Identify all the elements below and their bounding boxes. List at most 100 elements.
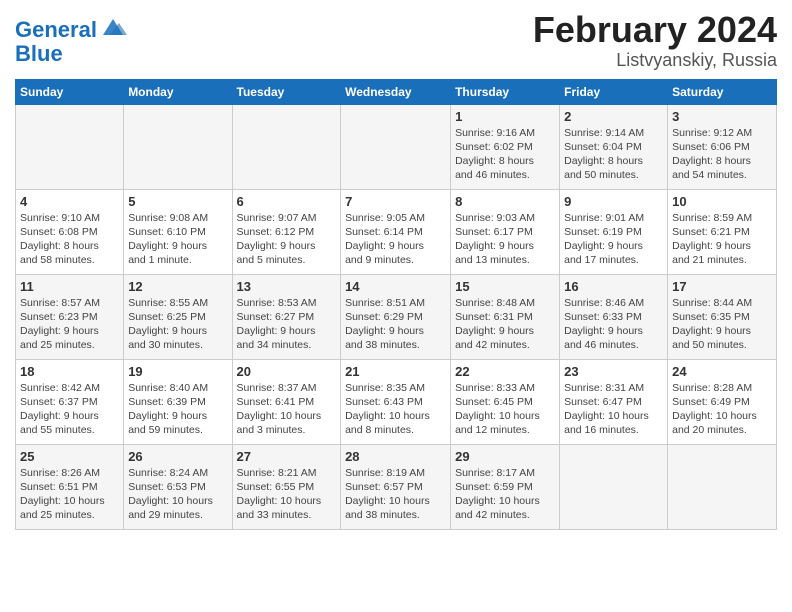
calendar-table: SundayMondayTuesdayWednesdayThursdayFrid… [15,79,777,530]
calendar-cell: 24 Sunrise: 8:28 AM Sunset: 6:49 PM Dayli… [668,359,777,444]
day-info: Sunrise: 9:08 AM Sunset: 6:10 PM Dayligh… [128,211,227,268]
calendar-cell: 8 Sunrise: 9:03 AM Sunset: 6:17 PM Daylig… [451,189,560,274]
day-number: 16 [564,279,663,294]
day-number: 20 [237,364,337,379]
day-number: 28 [345,449,446,464]
calendar-cell: 3Sunrise: 9:12 AM Sunset: 6:06 PM Daylig… [668,104,777,189]
day-number: 29 [455,449,555,464]
calendar-cell: 17Sunrise: 8:44 AM Sunset: 6:35 PM Dayli… [668,274,777,359]
day-info: Sunrise: 8:28 AM Sunset: 6:49 PM Dayligh… [672,381,772,438]
calendar-cell: 21 Sunrise: 8:35 AM Sunset: 6:43 PM Dayli… [341,359,451,444]
day-info: Sunrise: 8:26 AM Sunset: 6:51 PM Dayligh… [20,466,119,523]
calendar-cell: 23Sunrise: 8:31 AM Sunset: 6:47 PM Dayli… [560,359,668,444]
day-number: 1 [455,109,555,124]
day-number: 17 [672,279,772,294]
day-info: Sunrise: 9:10 AM Sunset: 6:08 PM Dayligh… [20,211,119,268]
calendar-cell: 15 Sunrise: 8:48 AM Sunset: 6:31 PM Dayli… [451,274,560,359]
calendar-cell: 7 Sunrise: 9:05 AM Sunset: 6:14 PM Daylig… [341,189,451,274]
day-info: Sunrise: 8:37 AM Sunset: 6:41 PM Dayligh… [237,381,337,438]
day-number: 24 [672,364,772,379]
day-info: Sunrise: 8:57 AM Sunset: 6:23 PM Dayligh… [20,296,119,353]
day-info: Sunrise: 8:17 AM Sunset: 6:59 PM Dayligh… [455,466,555,523]
calendar-cell [16,104,124,189]
calendar-cell [232,104,341,189]
day-info: Sunrise: 8:42 AM Sunset: 6:37 PM Dayligh… [20,381,119,438]
calendar-cell: 25 Sunrise: 8:26 AM Sunset: 6:51 PM Dayli… [16,444,124,529]
month-title: February 2024 [533,10,777,50]
logo: General Blue [15,18,127,66]
calendar-cell: 18 Sunrise: 8:42 AM Sunset: 6:37 PM Dayli… [16,359,124,444]
day-info: Sunrise: 8:53 AM Sunset: 6:27 PM Dayligh… [237,296,337,353]
weekday-header: Monday [124,79,232,104]
day-number: 4 [20,194,119,209]
day-number: 21 [345,364,446,379]
day-info: Sunrise: 9:05 AM Sunset: 6:14 PM Dayligh… [345,211,446,268]
calendar-cell: 2 Sunrise: 9:14 AM Sunset: 6:04 PM Daylig… [560,104,668,189]
calendar-cell [124,104,232,189]
weekday-header: Friday [560,79,668,104]
calendar-cell: 14Sunrise: 8:51 AM Sunset: 6:29 PM Dayli… [341,274,451,359]
day-number: 25 [20,449,119,464]
calendar-header-row: SundayMondayTuesdayWednesdayThursdayFrid… [16,79,777,104]
calendar-cell: 10 Sunrise: 8:59 AM Sunset: 6:21 PM Dayli… [668,189,777,274]
day-number: 15 [455,279,555,294]
calendar-cell: 29 Sunrise: 8:17 AM Sunset: 6:59 PM Dayli… [451,444,560,529]
day-number: 12 [128,279,227,294]
calendar-week-row: 4 Sunrise: 9:10 AM Sunset: 6:08 PM Daylig… [16,189,777,274]
day-number: 19 [128,364,227,379]
day-info: Sunrise: 9:16 AM Sunset: 6:02 PM Dayligh… [455,126,555,183]
logo-text: General [15,18,97,42]
day-number: 3 [672,109,772,124]
day-number: 6 [237,194,337,209]
day-number: 23 [564,364,663,379]
day-info: Sunrise: 8:19 AM Sunset: 6:57 PM Dayligh… [345,466,446,523]
calendar-cell: 9Sunrise: 9:01 AM Sunset: 6:19 PM Daylig… [560,189,668,274]
day-number: 2 [564,109,663,124]
weekday-header: Thursday [451,79,560,104]
page-header: General Blue February 2024 Listvyanskiy,… [15,10,777,71]
calendar-week-row: 25 Sunrise: 8:26 AM Sunset: 6:51 PM Dayli… [16,444,777,529]
calendar-cell: 16 Sunrise: 8:46 AM Sunset: 6:33 PM Dayli… [560,274,668,359]
calendar-cell: 26Sunrise: 8:24 AM Sunset: 6:53 PM Dayli… [124,444,232,529]
day-info: Sunrise: 8:46 AM Sunset: 6:33 PM Dayligh… [564,296,663,353]
calendar-cell: 22 Sunrise: 8:33 AM Sunset: 6:45 PM Dayli… [451,359,560,444]
calendar-cell: 1 Sunrise: 9:16 AM Sunset: 6:02 PM Daylig… [451,104,560,189]
day-info: Sunrise: 8:59 AM Sunset: 6:21 PM Dayligh… [672,211,772,268]
day-info: Sunrise: 8:55 AM Sunset: 6:25 PM Dayligh… [128,296,227,353]
calendar-cell: 13Sunrise: 8:53 AM Sunset: 6:27 PM Dayli… [232,274,341,359]
calendar-week-row: 11 Sunrise: 8:57 AM Sunset: 6:23 PM Dayli… [16,274,777,359]
calendar-cell [668,444,777,529]
calendar-cell: 12 Sunrise: 8:55 AM Sunset: 6:25 PM Dayli… [124,274,232,359]
day-info: Sunrise: 9:03 AM Sunset: 6:17 PM Dayligh… [455,211,555,268]
weekday-header: Tuesday [232,79,341,104]
day-info: Sunrise: 8:35 AM Sunset: 6:43 PM Dayligh… [345,381,446,438]
day-info: Sunrise: 8:40 AM Sunset: 6:39 PM Dayligh… [128,381,227,438]
calendar-cell: 19 Sunrise: 8:40 AM Sunset: 6:39 PM Dayli… [124,359,232,444]
location-title: Listvyanskiy, Russia [533,50,777,71]
calendar-cell: 27Sunrise: 8:21 AM Sunset: 6:55 PM Dayli… [232,444,341,529]
logo-blue: Blue [15,42,127,66]
day-number: 5 [128,194,227,209]
calendar-cell: 11 Sunrise: 8:57 AM Sunset: 6:23 PM Dayli… [16,274,124,359]
day-number: 7 [345,194,446,209]
weekday-header: Wednesday [341,79,451,104]
day-info: Sunrise: 8:48 AM Sunset: 6:31 PM Dayligh… [455,296,555,353]
day-number: 14 [345,279,446,294]
day-info: Sunrise: 8:33 AM Sunset: 6:45 PM Dayligh… [455,381,555,438]
calendar-cell: 20 Sunrise: 8:37 AM Sunset: 6:41 PM Dayli… [232,359,341,444]
day-info: Sunrise: 8:21 AM Sunset: 6:55 PM Dayligh… [237,466,337,523]
day-number: 18 [20,364,119,379]
logo-icon [99,17,127,39]
day-number: 26 [128,449,227,464]
day-number: 8 [455,194,555,209]
day-number: 11 [20,279,119,294]
day-info: Sunrise: 9:14 AM Sunset: 6:04 PM Dayligh… [564,126,663,183]
day-info: Sunrise: 9:01 AM Sunset: 6:19 PM Dayligh… [564,211,663,268]
day-info: Sunrise: 9:07 AM Sunset: 6:12 PM Dayligh… [237,211,337,268]
title-block: February 2024 Listvyanskiy, Russia [533,10,777,71]
day-number: 22 [455,364,555,379]
calendar-cell: 5 Sunrise: 9:08 AM Sunset: 6:10 PM Daylig… [124,189,232,274]
day-number: 10 [672,194,772,209]
calendar-cell [341,104,451,189]
calendar-week-row: 18 Sunrise: 8:42 AM Sunset: 6:37 PM Dayli… [16,359,777,444]
